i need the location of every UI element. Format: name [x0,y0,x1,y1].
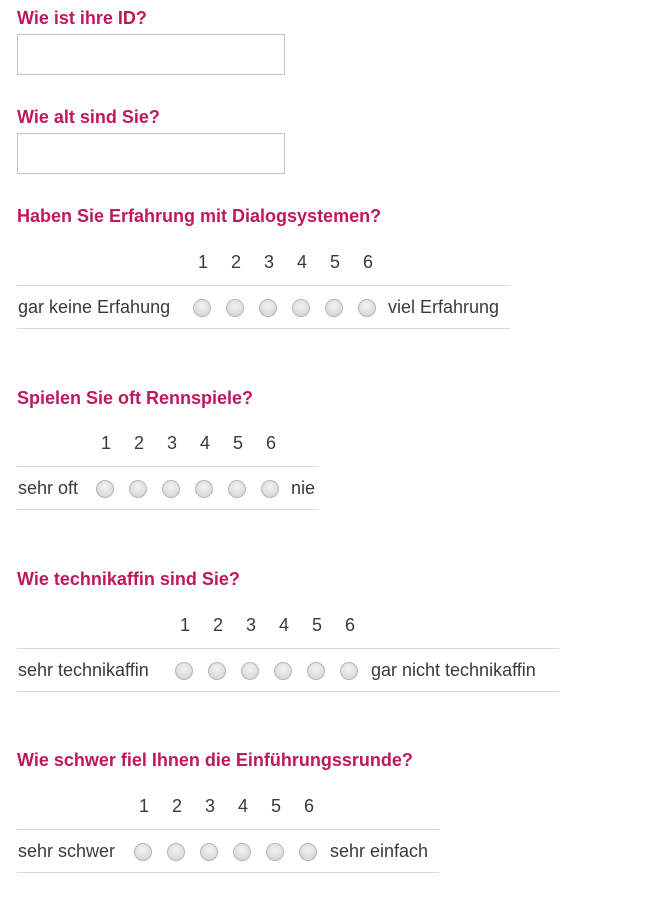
scale-number-4: 4 [237,796,248,816]
radio-option-6[interactable] [261,480,279,498]
scale-number-2: 2 [212,615,223,635]
scale-right-label: gar nicht technikaffin [371,660,536,680]
scale-number-6: 6 [362,252,373,272]
scale-number-1: 1 [179,615,190,635]
radio-option-6[interactable] [358,299,376,317]
radio-option-5[interactable] [325,299,343,317]
likert-row: sehr schwer sehr einfach [17,829,439,873]
radio-option-4[interactable] [274,662,292,680]
radio-option-5[interactable] [307,662,325,680]
scale-number-3: 3 [204,796,215,816]
radio-option-3[interactable] [241,662,259,680]
scale-number-5: 5 [311,615,322,635]
scale-number-2: 2 [133,433,144,453]
radio-option-5[interactable] [228,480,246,498]
question-intro-round-label: Wie schwer fiel Ihnen die Einführungssru… [17,750,413,770]
radio-option-4[interactable] [195,480,213,498]
radio-option-1[interactable] [175,662,193,680]
scale-left-label: sehr schwer [18,841,116,861]
scale-number-1: 1 [100,433,111,453]
radio-option-6[interactable] [340,662,358,680]
likert-row: gar keine Erfahung viel Erfahrung [17,285,510,329]
radio-option-5[interactable] [266,843,284,861]
question-tech-affinity-label: Wie technikaffin sind Sie? [17,569,240,589]
scale-right-label: nie [291,478,316,498]
scale-number-4: 4 [296,252,307,272]
scale-left-label: gar keine Erfahung [18,297,171,317]
radio-option-1[interactable] [134,843,152,861]
scale-number-3: 3 [166,433,177,453]
question-racing-games-label: Spielen Sie oft Rennspiele? [17,388,254,408]
scale-number-5: 5 [329,252,340,272]
scale-right-label: viel Erfahrung [388,297,500,317]
question-id-label: Wie ist ihre ID? [17,8,147,28]
scale-number-2: 2 [230,252,241,272]
radio-option-1[interactable] [96,480,114,498]
scale-number-6: 6 [303,796,314,816]
radio-option-6[interactable] [299,843,317,861]
scale-left-label: sehr oft [18,478,79,498]
question-dialog-experience-label: Haben Sie Erfahrung mit Dialogsystemen? [17,206,382,226]
radio-option-2[interactable] [226,299,244,317]
radio-option-1[interactable] [193,299,211,317]
scale-number-5: 5 [270,796,281,816]
scale-number-3: 3 [245,615,256,635]
id-input[interactable] [17,34,285,75]
radio-option-3[interactable] [259,299,277,317]
scale-number-4: 4 [278,615,289,635]
radio-option-4[interactable] [233,843,251,861]
scale-number-1: 1 [197,252,208,272]
question-age-label: Wie alt sind Sie? [17,107,160,127]
radio-option-3[interactable] [200,843,218,861]
likert-row: sehr oft nie [17,466,318,510]
scale-left-label: sehr technikaffin [18,660,149,680]
scale-right-label: sehr einfach [330,841,429,861]
radio-option-2[interactable] [129,480,147,498]
scale-number-4: 4 [199,433,210,453]
radio-option-3[interactable] [162,480,180,498]
radio-option-2[interactable] [208,662,226,680]
radio-option-4[interactable] [292,299,310,317]
scale-number-3: 3 [263,252,274,272]
scale-number-5: 5 [232,433,243,453]
scale-number-2: 2 [171,796,182,816]
scale-number-1: 1 [138,796,149,816]
scale-number-6: 6 [265,433,276,453]
likert-row: sehr technikaffin gar nicht technikaffin [17,648,559,692]
radio-option-2[interactable] [167,843,185,861]
age-input[interactable] [17,133,285,174]
scale-number-6: 6 [344,615,355,635]
